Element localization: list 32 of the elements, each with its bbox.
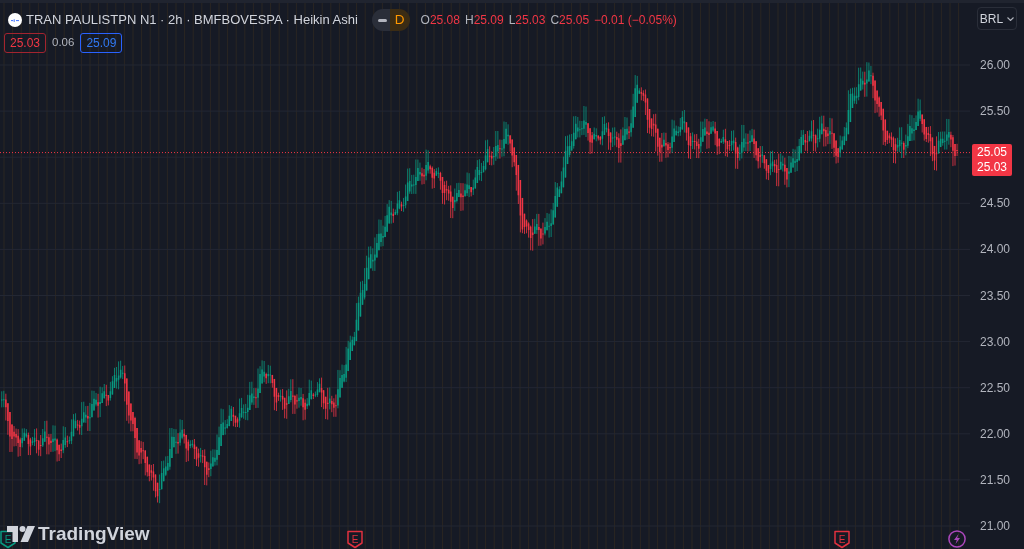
minus-icon [377, 18, 387, 22]
bid-price-label: 25.03 [977, 160, 1007, 175]
symbol-logo-icon [8, 13, 22, 27]
axis-label: 23.00 [980, 333, 1011, 350]
axis-label: 21.50 [980, 471, 1011, 488]
ohlc-reading: H25.09 [464, 12, 504, 29]
market-status-badge: D [389, 9, 410, 31]
ask-button[interactable]: 25.09 [80, 33, 123, 53]
axis-label: 26.00 [980, 57, 1011, 73]
ohlc-reading: C25.05 [550, 12, 590, 29]
bid-button[interactable]: 25.03 [4, 33, 47, 53]
event-marker[interactable]: E [346, 530, 364, 549]
last-price-label: 25.05 [977, 145, 1007, 160]
logo-mark-icon [7, 526, 35, 542]
spread-value: 0.06 [52, 35, 75, 51]
axis-label: 24.00 [980, 241, 1011, 258]
currency-button[interactable]: BRL [977, 7, 1017, 30]
axis-label: 22.00 [980, 425, 1011, 442]
collapse-button[interactable] [371, 9, 390, 31]
logo-text: TradingView [38, 523, 150, 545]
axis-label: 24.50 [980, 195, 1011, 212]
symbol-title: TRAN PAULISTPN N1 · 2h · BMFBOVESPA · Heikin Ashi [26, 11, 358, 29]
price-change: −0.01 (−0.05%) [594, 12, 677, 29]
lightning-icon[interactable] [948, 530, 966, 548]
ohlc-reading: L25.03 [508, 12, 546, 29]
chevron-down-icon [1007, 16, 1015, 21]
axis-label: 25.50 [980, 103, 1011, 120]
ohlc-reading: O25.08 [420, 12, 460, 29]
axis-label: 22.50 [980, 379, 1011, 396]
event-marker[interactable]: E [833, 530, 851, 549]
axis-label: 21.00 [980, 518, 1011, 534]
axis-label: 23.50 [980, 287, 1011, 304]
